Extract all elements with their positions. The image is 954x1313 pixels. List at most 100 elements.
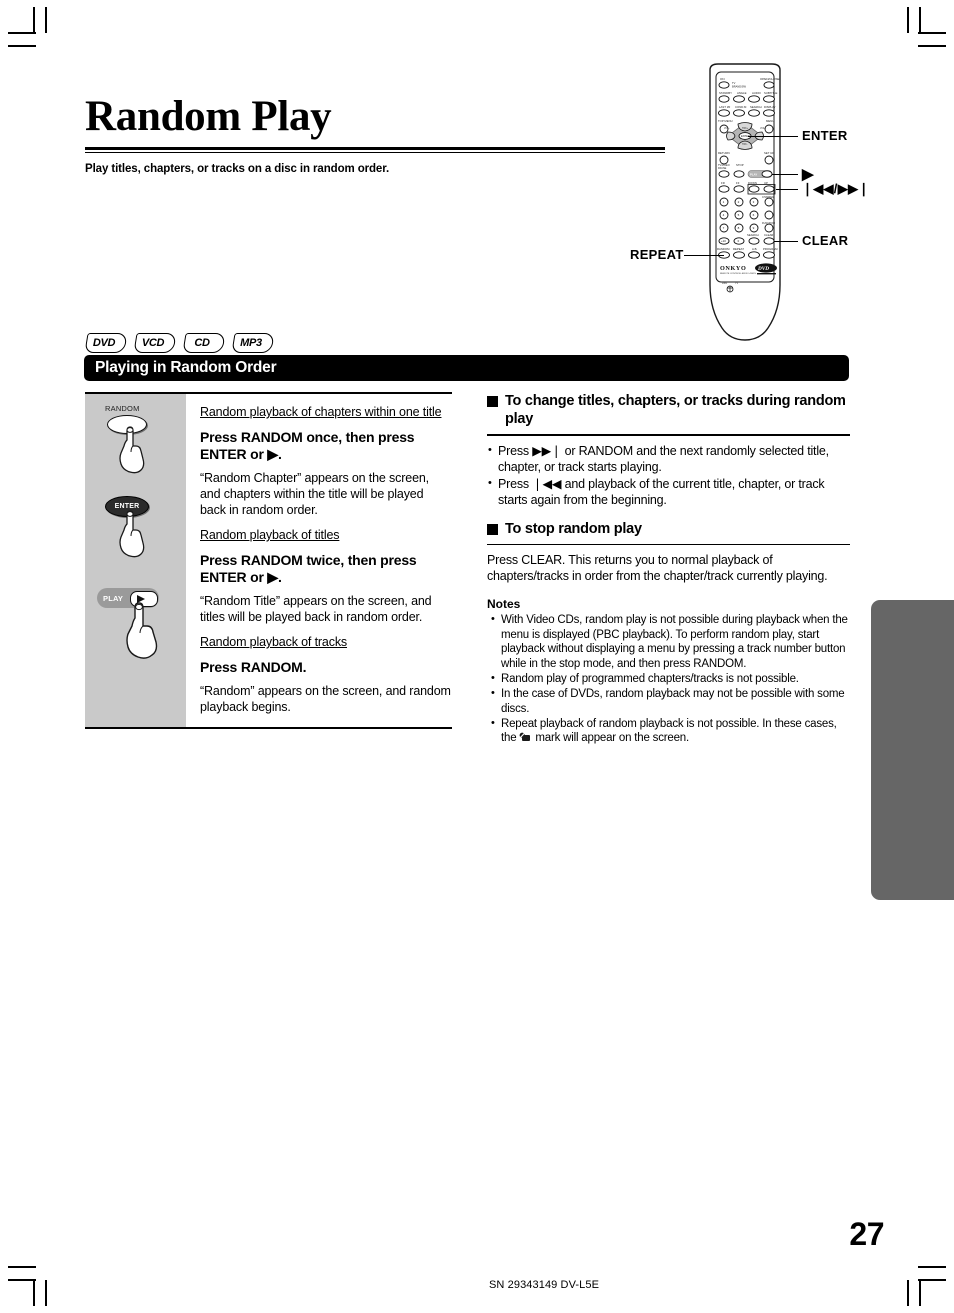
callout-label-enter: ENTER bbox=[802, 128, 848, 143]
pointing-hand-icon bbox=[117, 510, 151, 558]
crop-mark-tl2 bbox=[8, 45, 36, 47]
page-title: Random Play bbox=[85, 93, 332, 140]
svg-text:SUBTITLE: SUBTITLE bbox=[764, 91, 778, 95]
section-banner-label: Playing in Random Order bbox=[95, 359, 277, 376]
title-block: Random Play Play titles, chapters, or tr… bbox=[85, 92, 665, 175]
pointing-hand-icon bbox=[117, 426, 151, 474]
square-bullet-icon bbox=[487, 396, 498, 407]
svg-text:REMOTE CONTROLLER RC-430DV: REMOTE CONTROLLER RC-430DV bbox=[720, 273, 757, 275]
left-column: RANDOM ENTER PLAY Random playback of cha… bbox=[85, 392, 452, 729]
step-instruction: Press RANDOM. bbox=[200, 659, 307, 675]
svg-text:ONKYO: ONKYO bbox=[720, 265, 746, 272]
svg-text:A.B.: A.B. bbox=[752, 247, 758, 251]
list-item: Press ❘◀◀ and playback of the current ti… bbox=[487, 475, 850, 508]
title-rule-thin bbox=[85, 152, 665, 153]
svg-text:FR: FR bbox=[721, 181, 725, 185]
badge-label: DVD bbox=[92, 337, 116, 349]
step-instruction: Press RANDOM twice, then press ENTER or … bbox=[200, 552, 417, 585]
svg-text:CLEAR: CLEAR bbox=[764, 233, 773, 237]
right-column: To change titles, chapters, or tracks du… bbox=[487, 392, 850, 747]
svg-text:ANGLE: ANGLE bbox=[737, 91, 747, 95]
crop-mark-bl bbox=[8, 1279, 36, 1281]
svg-text:SET UP: SET UP bbox=[764, 151, 774, 155]
crop-mark-tl bbox=[8, 32, 36, 34]
crop-mark-br bbox=[918, 1279, 946, 1281]
step-heading: Random playback of tracks bbox=[200, 635, 348, 649]
svg-text:SEARCH: SEARCH bbox=[747, 233, 759, 237]
step-instruction: Press RANDOM once, then press ENTER or ▶… bbox=[200, 429, 415, 462]
disc-badge-cd: CD bbox=[182, 333, 226, 353]
svg-text:REPEAT: REPEAT bbox=[733, 247, 744, 251]
svg-text:RANDOM: RANDOM bbox=[717, 247, 730, 251]
notes-list: With Video CDs, random play is not possi… bbox=[490, 612, 850, 746]
svg-text:VOL-: VOL- bbox=[724, 127, 730, 130]
title-rule-thick bbox=[85, 147, 665, 150]
badge-label: MP3 bbox=[240, 337, 262, 349]
section-heading-stop: To stop random play bbox=[487, 520, 850, 538]
svg-text:BRAND/SW: BRAND/SW bbox=[732, 85, 747, 89]
step-heading: Random playback of chapters within one t… bbox=[200, 405, 442, 419]
svg-text:PLAY: PLAY bbox=[750, 172, 757, 176]
disc-badge-vcd: VCD bbox=[133, 333, 177, 353]
procedure-table: RANDOM ENTER PLAY Random playback of cha… bbox=[85, 392, 452, 729]
thumb-index-tab bbox=[871, 600, 954, 900]
list-item: Repeat playback of random playback is no… bbox=[490, 716, 850, 746]
svg-text:+10: +10 bbox=[721, 239, 726, 243]
crop-mark-tl4 bbox=[45, 7, 47, 33]
page-number: 27 bbox=[849, 1216, 884, 1252]
crop-mark-br2 bbox=[918, 1266, 946, 1268]
section-rule bbox=[487, 434, 850, 436]
random-button-caption: RANDOM bbox=[105, 404, 140, 413]
play-button-illustration: PLAY bbox=[85, 584, 186, 689]
svg-text:MENU: MENU bbox=[766, 119, 774, 123]
prohibited-mark-icon bbox=[519, 732, 532, 743]
crop-mark-tr bbox=[918, 32, 946, 34]
remote-control-svg: ON OPEN/CLOSE TV BRAND/SW STANDBY ANGLE … bbox=[709, 63, 781, 341]
manual-page: Random Play Play titles, chapters, or tr… bbox=[0, 0, 954, 1313]
section-heading-change-text: To change titles, chapters, or tracks du… bbox=[505, 393, 846, 427]
badge-label: CD bbox=[194, 337, 210, 349]
crop-mark-tr4 bbox=[907, 7, 909, 33]
disc-type-badges: DVD VCD CD MP3 bbox=[84, 333, 275, 353]
random-button-illustration: RANDOM bbox=[85, 402, 186, 492]
section-heading-stop-text: To stop random play bbox=[505, 520, 642, 537]
remote-control-figure: ON OPEN/CLOSE TV BRAND/SW STANDBY ANGLE … bbox=[630, 60, 940, 350]
svg-text:DVD: DVD bbox=[722, 282, 727, 285]
procedure-step: Random playback of titles Press RANDOM t… bbox=[200, 527, 452, 625]
step-body: “Random Chapter” appears on the screen, … bbox=[200, 471, 430, 517]
svg-text:CHAPTER: CHAPTER bbox=[762, 196, 774, 199]
square-bullet-icon bbox=[487, 523, 498, 535]
callout-line-enter bbox=[748, 136, 798, 138]
svg-text:PROGRAM: PROGRAM bbox=[763, 247, 778, 251]
svg-text:COND.M: COND.M bbox=[735, 105, 747, 109]
callout-line-play bbox=[772, 174, 798, 176]
step-body: “Random” appears on the screen, and rand… bbox=[200, 684, 451, 714]
svg-text:RETURN: RETURN bbox=[718, 151, 730, 155]
svg-text:VOL+: VOL+ bbox=[760, 127, 767, 130]
svg-text:FF: FF bbox=[736, 181, 740, 185]
procedure-step: Random playback of tracks Press RANDOM. … bbox=[200, 634, 452, 715]
svg-text:STOP: STOP bbox=[736, 163, 744, 167]
callout-label-skip: ❘◀◀/▶▶❘ bbox=[802, 181, 870, 196]
svg-text:TRK-: TRK- bbox=[742, 143, 748, 146]
svg-text:STANDBY: STANDBY bbox=[719, 91, 732, 95]
badge-label: VCD bbox=[141, 337, 165, 349]
crop-mark-br4 bbox=[907, 1280, 909, 1306]
enter-button-illustration: ENTER bbox=[85, 492, 186, 584]
stop-random-section: To stop random play Press CLEAR. This re… bbox=[487, 520, 850, 585]
change-during-random-section: To change titles, chapters, or tracks du… bbox=[487, 392, 850, 508]
svg-text:PAUSE: PAUSE bbox=[718, 167, 727, 170]
svg-text:DVD: DVD bbox=[757, 266, 769, 272]
callout-line-clear bbox=[774, 241, 798, 243]
crop-mark-br3 bbox=[919, 1280, 921, 1306]
crop-mark-tl3 bbox=[33, 7, 35, 33]
svg-text:DISPLAY: DISPLAY bbox=[764, 105, 776, 109]
disc-badge-dvd: DVD bbox=[84, 333, 128, 353]
procedure-steps: Random playback of chapters within one t… bbox=[186, 394, 452, 727]
callout-line-skip bbox=[776, 189, 798, 191]
notes-section: Notes With Video CDs, random play is not… bbox=[487, 597, 850, 746]
list-item: In the case of DVDs, random playback may… bbox=[490, 686, 850, 716]
crop-mark-bl2 bbox=[8, 1266, 36, 1268]
crop-mark-bl3 bbox=[33, 1280, 35, 1306]
svg-text:SEARCH: SEARCH bbox=[750, 105, 762, 109]
